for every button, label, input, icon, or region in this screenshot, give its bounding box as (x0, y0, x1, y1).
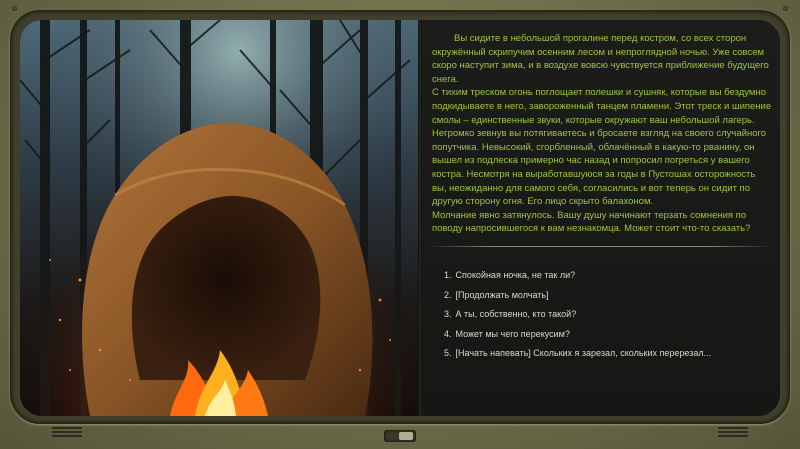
choice-number: 3. (444, 309, 452, 319)
story-text: Вы сидите в небольшой прогалине перед ко… (432, 32, 772, 236)
choice-text: [Продолжать молчать] (455, 289, 549, 300)
choice-number: 1. (444, 270, 452, 280)
choice-text: Спокойная ночка, не так ли? (455, 270, 576, 280)
choice-number: 4. (444, 328, 452, 339)
screw-icon (12, 6, 17, 11)
game-screen: Вы сидите в небольшой прогалине перед ко… (20, 20, 780, 416)
dialogue-panel: Вы сидите в небольшой прогалине перед ко… (422, 20, 780, 416)
choice-text: Может мы чего перекусим? (455, 328, 570, 339)
dialogue-choice-1[interactable]: 1. Спокойная ночка, не так ли? (444, 266, 764, 286)
choice-text: [Начать напевать] Скольких я зарезал, ск… (455, 348, 712, 358)
dialogue-choice-4[interactable]: 4. Может мы чего перекусим? (444, 325, 764, 345)
story-paragraph: С тихим треском огонь поглощает полешки … (432, 87, 772, 126)
left-vent-grille (52, 431, 82, 433)
dialogue-choice-5[interactable]: 5. [Начать напевать] Скольких я зарезал, … (444, 344, 764, 364)
choice-number: 5. (444, 348, 452, 358)
terminal-frame: Вы сидите в небольшой прогалине перед ко… (0, 0, 800, 449)
switch-knob (399, 432, 413, 440)
choice-number: 2. (444, 289, 452, 300)
power-switch[interactable] (384, 430, 416, 442)
screw-icon (783, 6, 788, 11)
dialogue-choice-3[interactable]: 3. А ты, собственно, кто такой? (444, 305, 764, 325)
story-paragraph: Вы сидите в небольшой прогалине перед ко… (432, 33, 769, 85)
text-separator (426, 246, 774, 247)
dialogue-choice-2[interactable]: 2. [Продолжать молчать] (444, 286, 764, 306)
right-vent-grille (718, 431, 748, 433)
dialogue-choices: 1. Спокойная ночка, не так ли? 2. [Продолж… (444, 266, 764, 364)
story-paragraph: Молчание явно затянулось. Вашу душу начи… (432, 209, 751, 235)
hooded-stranger-illustration (20, 20, 418, 416)
story-paragraph: Негромко зевнув вы потягиваетесь и броса… (432, 128, 767, 208)
choice-text: А ты, собственно, кто такой? (455, 309, 577, 319)
